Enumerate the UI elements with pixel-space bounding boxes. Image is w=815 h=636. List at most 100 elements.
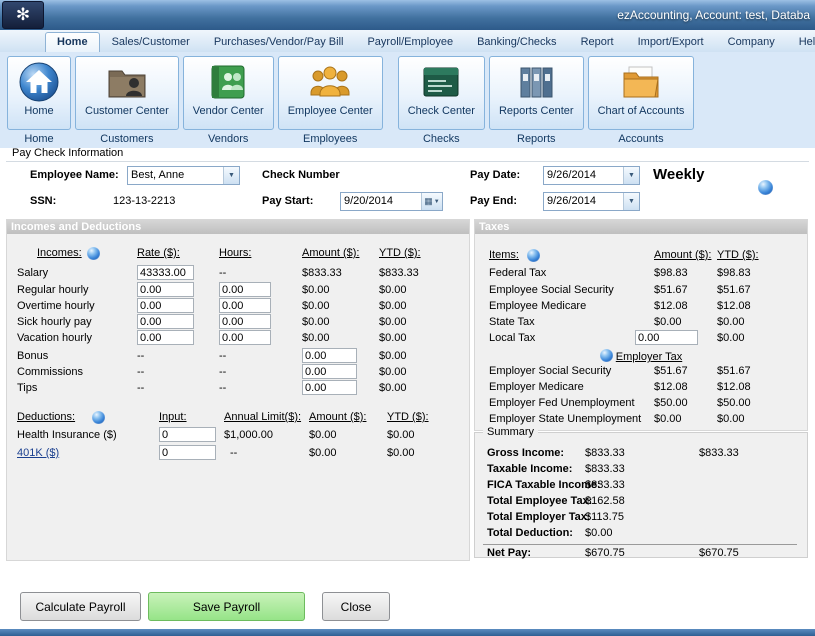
deduction-401k-link[interactable]: 401K ($) (17, 447, 59, 459)
income-label: Commissions (17, 366, 83, 378)
tab-report[interactable]: Report (569, 32, 626, 52)
taxes-help-globe-icon[interactable] (527, 249, 540, 262)
tax-label: Employer Social Security (489, 365, 611, 377)
tab-company[interactable]: Company (716, 32, 787, 52)
rate-value: -- (137, 382, 144, 394)
calendar-icon[interactable]: ▦▼ (421, 193, 442, 210)
net-pay-amount: $670.75 (585, 547, 625, 559)
income-row-tips: Tips -- -- $0.00 (7, 382, 469, 398)
deduction-401k-input[interactable] (159, 445, 216, 460)
summary-row-gross-income: Gross Income: $833.33 $833.33 (475, 447, 807, 463)
summary-title: Summary (483, 426, 538, 438)
amount-value: $12.08 (654, 381, 688, 393)
summary-row-total-employer-tax: Total Employer Tax: $113.75 (475, 511, 807, 527)
ytd-value: $0.00 (387, 429, 415, 441)
pay-end-select[interactable]: 9/26/2014 ▼ (543, 192, 640, 211)
tax-row-employer-medicare: Employer Medicare $12.08 $12.08 (475, 381, 807, 397)
tab-purchases-vendor-pay-bill[interactable]: Purchases/Vendor/Pay Bill (202, 32, 356, 52)
tab-import-export[interactable]: Import/Export (626, 32, 716, 52)
pay-end-label: Pay End: (470, 195, 517, 207)
input-column-header: Input: (159, 411, 187, 423)
local-tax-input[interactable] (635, 330, 698, 345)
summary-label: FICA Taxable Income: (487, 479, 601, 491)
toolbar-button-label: Vendor Center (193, 105, 264, 117)
customer-center-button[interactable]: Customer Center (75, 56, 179, 130)
chevron-down-icon[interactable]: ▼ (623, 193, 639, 210)
bonus-amount-input[interactable] (302, 348, 357, 363)
incomes-help-globe-icon[interactable] (87, 247, 100, 260)
pay-end-value: 9/26/2014 (544, 193, 623, 210)
save-payroll-button[interactable]: Save Payroll (148, 592, 305, 621)
overtime-rate-input[interactable] (137, 298, 194, 313)
toolbar-item-chart-of-accounts: Chart of Accounts Accounts (588, 56, 695, 145)
summary-amount: $833.33 (585, 447, 625, 459)
sick-rate-input[interactable] (137, 314, 194, 329)
income-label: Vacation hourly (17, 332, 92, 344)
app-logo-icon: ✻ (2, 1, 44, 29)
reports-center-button[interactable]: Reports Center (489, 56, 584, 130)
income-row-commissions: Commissions -- -- $0.00 (7, 366, 469, 382)
ezaccounting-window: ✻ ezAccounting, Account: test, Databa Ho… (0, 0, 815, 636)
pay-start-datepicker[interactable]: 9/20/2014 ▦▼ (340, 192, 443, 211)
toolbar-button-label: Reports Center (499, 105, 574, 117)
toolbar-sub-label: Employees (303, 133, 357, 145)
ytd-value: $0.00 (379, 350, 407, 362)
home-icon (17, 59, 61, 105)
rate-value: -- (137, 350, 144, 362)
income-label: Overtime hourly (17, 300, 95, 312)
vendor-center-button[interactable]: Vendor Center (183, 56, 274, 130)
tips-amount-input[interactable] (302, 380, 357, 395)
deductions-header-row: Deductions: Input: Annual Limit($): Amou… (7, 411, 469, 427)
deductions-column-header: Deductions: (17, 411, 75, 423)
toolbar-item-vendor-center: Vendor Center Vendors (183, 56, 274, 145)
tab-help[interactable]: Help (787, 32, 815, 52)
income-label: Sick hourly pay (17, 316, 92, 328)
income-label: Regular hourly (17, 284, 89, 296)
sick-hours-input[interactable] (219, 314, 271, 329)
employee-name-select[interactable]: Best, Anne ▼ (127, 166, 240, 185)
chevron-down-icon[interactable]: ▼ (623, 167, 639, 184)
tab-payroll-employee[interactable]: Payroll/Employee (355, 32, 465, 52)
amount-column-header: Amount ($): (654, 249, 711, 261)
vacation-rate-input[interactable] (137, 330, 194, 345)
main-toolbar: Home Home Customer Center Customers (0, 52, 815, 148)
tab-home[interactable]: Home (45, 32, 100, 52)
tab-sales-customer[interactable]: Sales/Customer (100, 32, 202, 52)
chart-of-accounts-button[interactable]: Chart of Accounts (588, 56, 695, 130)
close-button[interactable]: Close (322, 592, 390, 621)
items-column-header: Items: (489, 249, 519, 261)
hours-value: -- (219, 350, 226, 362)
salary-rate-input[interactable] (137, 265, 194, 280)
tab-banking-checks[interactable]: Banking/Checks (465, 32, 569, 52)
ytd-value: $0.00 (387, 447, 415, 459)
summary-label: Total Employer Tax: (487, 511, 591, 523)
home-button[interactable]: Home (7, 56, 71, 130)
employer-tax-help-globe-icon[interactable] (600, 349, 613, 362)
regular-hours-input[interactable] (219, 282, 271, 297)
income-label: Tips (17, 382, 37, 394)
deductions-help-globe-icon[interactable] (92, 411, 105, 424)
toolbar-sub-label: Home (24, 133, 53, 145)
check-number-input[interactable] (340, 164, 440, 182)
net-pay-label: Net Pay: (487, 547, 531, 559)
calculate-payroll-button[interactable]: Calculate Payroll (20, 592, 141, 621)
toolbar-sub-label: Customers (100, 133, 153, 145)
pay-date-select[interactable]: 9/26/2014 ▼ (543, 166, 640, 185)
help-globe-icon[interactable] (758, 180, 773, 195)
commissions-amount-input[interactable] (302, 364, 357, 379)
taxes-panel-header: Taxes (475, 220, 807, 234)
check-center-button[interactable]: Check Center (398, 56, 485, 130)
paycheck-section-title: Pay Check Information (12, 147, 123, 159)
vacation-hours-input[interactable] (219, 330, 271, 345)
summary-box: Summary Gross Income: $833.33 $833.33 Ta… (474, 432, 808, 558)
ssn-label: SSN: (30, 195, 56, 207)
overtime-hours-input[interactable] (219, 298, 271, 313)
tax-row-employer-social-security: Employer Social Security $51.67 $51.67 (475, 365, 807, 381)
employee-center-button[interactable]: Employee Center (278, 56, 383, 130)
regular-rate-input[interactable] (137, 282, 194, 297)
window-title: ezAccounting, Account: test, Databa (617, 8, 810, 22)
chevron-down-icon[interactable]: ▼ (223, 167, 239, 184)
tax-label: State Tax (489, 316, 535, 328)
health-insurance-input[interactable] (159, 427, 216, 442)
employee-name-value: Best, Anne (128, 167, 223, 184)
